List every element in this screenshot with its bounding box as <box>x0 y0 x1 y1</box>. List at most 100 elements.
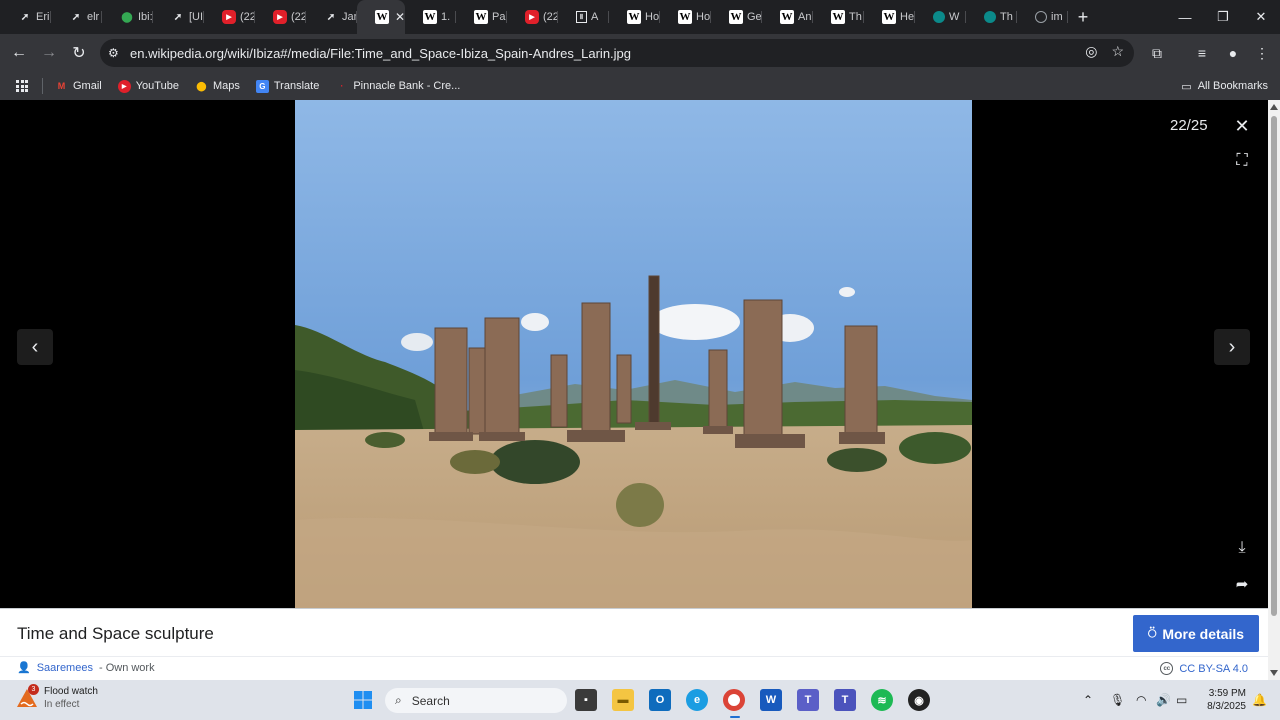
bookmark-gmail[interactable]: M Gmail <box>55 80 102 93</box>
license-link[interactable]: cc CC BY-SA 4.0 <box>1160 662 1248 675</box>
word-icon[interactable]: W <box>760 689 782 711</box>
reload-icon[interactable]: ↻ <box>64 38 94 68</box>
battery-icon[interactable]: ▭ <box>1176 680 1187 720</box>
browser-tab[interactable]: W He <box>864 0 915 34</box>
browser-tab[interactable]: W 1. <box>405 0 456 34</box>
browser-tab[interactable]: im <box>1017 0 1068 34</box>
notifications-icon[interactable]: 🔔 <box>1252 680 1267 720</box>
browser-tab[interactable]: ▶ (22 <box>255 0 306 34</box>
bird-icon: ➚ <box>173 11 183 23</box>
browser-tab[interactable]: ⬤ Ibi: <box>102 0 153 34</box>
bookmark-youtube[interactable]: ▶ YouTube <box>117 79 179 93</box>
forward-icon[interactable]: → <box>34 38 64 68</box>
browser-tab[interactable]: ⅡA <box>558 0 609 34</box>
show-hidden-icons[interactable]: ⌃ <box>1083 680 1093 720</box>
bookmark-translate[interactable]: G Translate <box>255 79 319 93</box>
wifi-icon[interactable]: ◠ <box>1136 680 1146 720</box>
fullscreen-icon[interactable]: ⛶ <box>1232 151 1252 171</box>
chrome-icon[interactable] <box>723 689 745 711</box>
user-icon: 👤 <box>17 662 31 674</box>
outlook-icon[interactable]: O <box>649 689 671 711</box>
maximize-icon[interactable]: ❐ <box>1204 0 1242 34</box>
teams-icon[interactable]: T <box>797 689 819 711</box>
all-bookmarks[interactable]: ▭ All Bookmarks <box>1181 80 1268 93</box>
file-explorer-icon[interactable]: ▬ <box>612 689 634 711</box>
teams-work-icon[interactable]: T <box>834 689 856 711</box>
scroll-down-icon[interactable] <box>1270 670 1278 676</box>
apps-grid-icon[interactable] <box>16 80 28 92</box>
bookmark-maps[interactable]: ⬤ Maps <box>195 80 239 93</box>
taskbar-search[interactable]: ⌕ Search <box>385 688 567 713</box>
chevron-left-icon: ‹ <box>31 335 39 358</box>
tab-search-icon[interactable]: ⧉ <box>1142 38 1172 68</box>
sculpture-photo <box>295 100 972 608</box>
next-image-button[interactable]: › <box>1214 329 1250 365</box>
flood-warning-icon: 3 <box>16 684 39 709</box>
browser-tab[interactable]: W Th <box>813 0 864 34</box>
media-control-icon[interactable]: ≡ <box>1187 38 1217 68</box>
bookmarks-bar: M Gmail ▶ YouTube ⬤ Maps G Translate · Pinnac… <box>0 72 1280 100</box>
window-controls: — ❐ ✕ <box>1166 0 1280 34</box>
scrollbar-thumb[interactable] <box>1271 116 1277 616</box>
obs-icon[interactable]: ◉ <box>908 689 930 711</box>
close-viewer-icon[interactable]: ✕ <box>1232 116 1252 136</box>
bird-icon: ➚ <box>20 11 30 23</box>
author-link[interactable]: Saaremees <box>37 662 93 674</box>
browser-tab[interactable]: ▶ (22 <box>507 0 558 34</box>
close-tab-icon[interactable]: ✕ <box>395 10 405 24</box>
gmail-icon: M <box>57 81 66 91</box>
spotify-icon[interactable]: ≋ <box>871 689 893 711</box>
browser-tab[interactable]: W An <box>762 0 813 34</box>
browser-tab[interactable]: ➚ Jar <box>306 0 357 34</box>
notification-badge: 3 <box>28 684 39 695</box>
share-icon[interactable]: ➦ <box>1232 574 1252 594</box>
bookmark-star-icon[interactable]: ☆ <box>1111 43 1124 60</box>
weather-widget[interactable]: 3 Flood watch In effect <box>16 684 98 711</box>
browser-tab[interactable]: W Ho <box>609 0 660 34</box>
page-scrollbar[interactable] <box>1268 100 1280 680</box>
previous-image-button[interactable]: ‹ <box>17 329 53 365</box>
microphone-icon[interactable]: 🎙 <box>1110 680 1125 720</box>
windows-start-icon[interactable] <box>352 689 374 711</box>
more-details-button[interactable]: ⍥ More details <box>1133 615 1259 652</box>
image-counter: 22/25 <box>1170 117 1208 134</box>
wikipedia-icon: W <box>375 10 389 24</box>
wikipedia-icon: W <box>474 10 488 24</box>
document-icon: Ⅱ <box>576 11 587 23</box>
system-clock[interactable]: 3:59 PM 8/3/2025 <box>1207 687 1246 713</box>
browser-tab[interactable]: ➚ Eri <box>0 0 51 34</box>
download-icon[interactable]: ⤓ <box>1232 538 1252 558</box>
teal-icon <box>933 11 945 23</box>
translate-icon: G <box>255 79 269 93</box>
menu-icon[interactable]: ⋮ <box>1247 38 1277 68</box>
browser-tab[interactable]: Th <box>966 0 1017 34</box>
close-window-icon[interactable]: ✕ <box>1242 0 1280 34</box>
bookmark-pinnacle[interactable]: · Pinnacle Bank - Cre... <box>335 80 460 93</box>
back-icon[interactable]: ← <box>4 38 34 68</box>
browser-tab[interactable]: W <box>915 0 966 34</box>
image-caption: Time and Space sculpture <box>17 624 214 643</box>
url-text[interactable]: en.wikipedia.org/wiki/Ibiza#/media/File:… <box>130 46 631 61</box>
browser-tab[interactable]: W Ge <box>711 0 762 34</box>
browser-tab[interactable]: ➚ [UI <box>153 0 204 34</box>
browser-tab[interactable]: ➚ elr <box>51 0 102 34</box>
browser-tab[interactable]: ▶ (22 <box>204 0 255 34</box>
wikipedia-icon: W <box>423 10 437 24</box>
browser-tab[interactable]: W Ho <box>660 0 711 34</box>
edge-icon[interactable]: e <box>686 689 708 711</box>
volume-icon[interactable]: 🔊 <box>1156 680 1171 720</box>
new-tab-button[interactable]: + <box>1068 7 1098 28</box>
site-info-icon[interactable]: ⚙ <box>108 46 124 60</box>
browser-tab[interactable]: W Pa <box>456 0 507 34</box>
profile-avatar-icon[interactable]: ● <box>1218 38 1248 68</box>
youtube-icon: ▶ <box>525 10 539 24</box>
scroll-up-icon[interactable] <box>1270 104 1278 110</box>
minimize-icon[interactable]: — <box>1166 0 1204 34</box>
windows-taskbar: 3 Flood watch In effect ⌕ Search ▪ ▬ O e… <box>0 680 1280 720</box>
eye-off-icon[interactable]: ◎ <box>1085 43 1097 60</box>
task-view-icon[interactable]: ▪ <box>575 689 597 711</box>
browser-tab-active[interactable]: W ✕ <box>357 0 405 34</box>
address-bar[interactable]: ⚙ en.wikipedia.org/wiki/Ibiza#/media/Fil… <box>100 39 1134 67</box>
author-credit: 👤 Saaremees - Own work <box>17 661 155 675</box>
divider <box>0 656 1268 657</box>
